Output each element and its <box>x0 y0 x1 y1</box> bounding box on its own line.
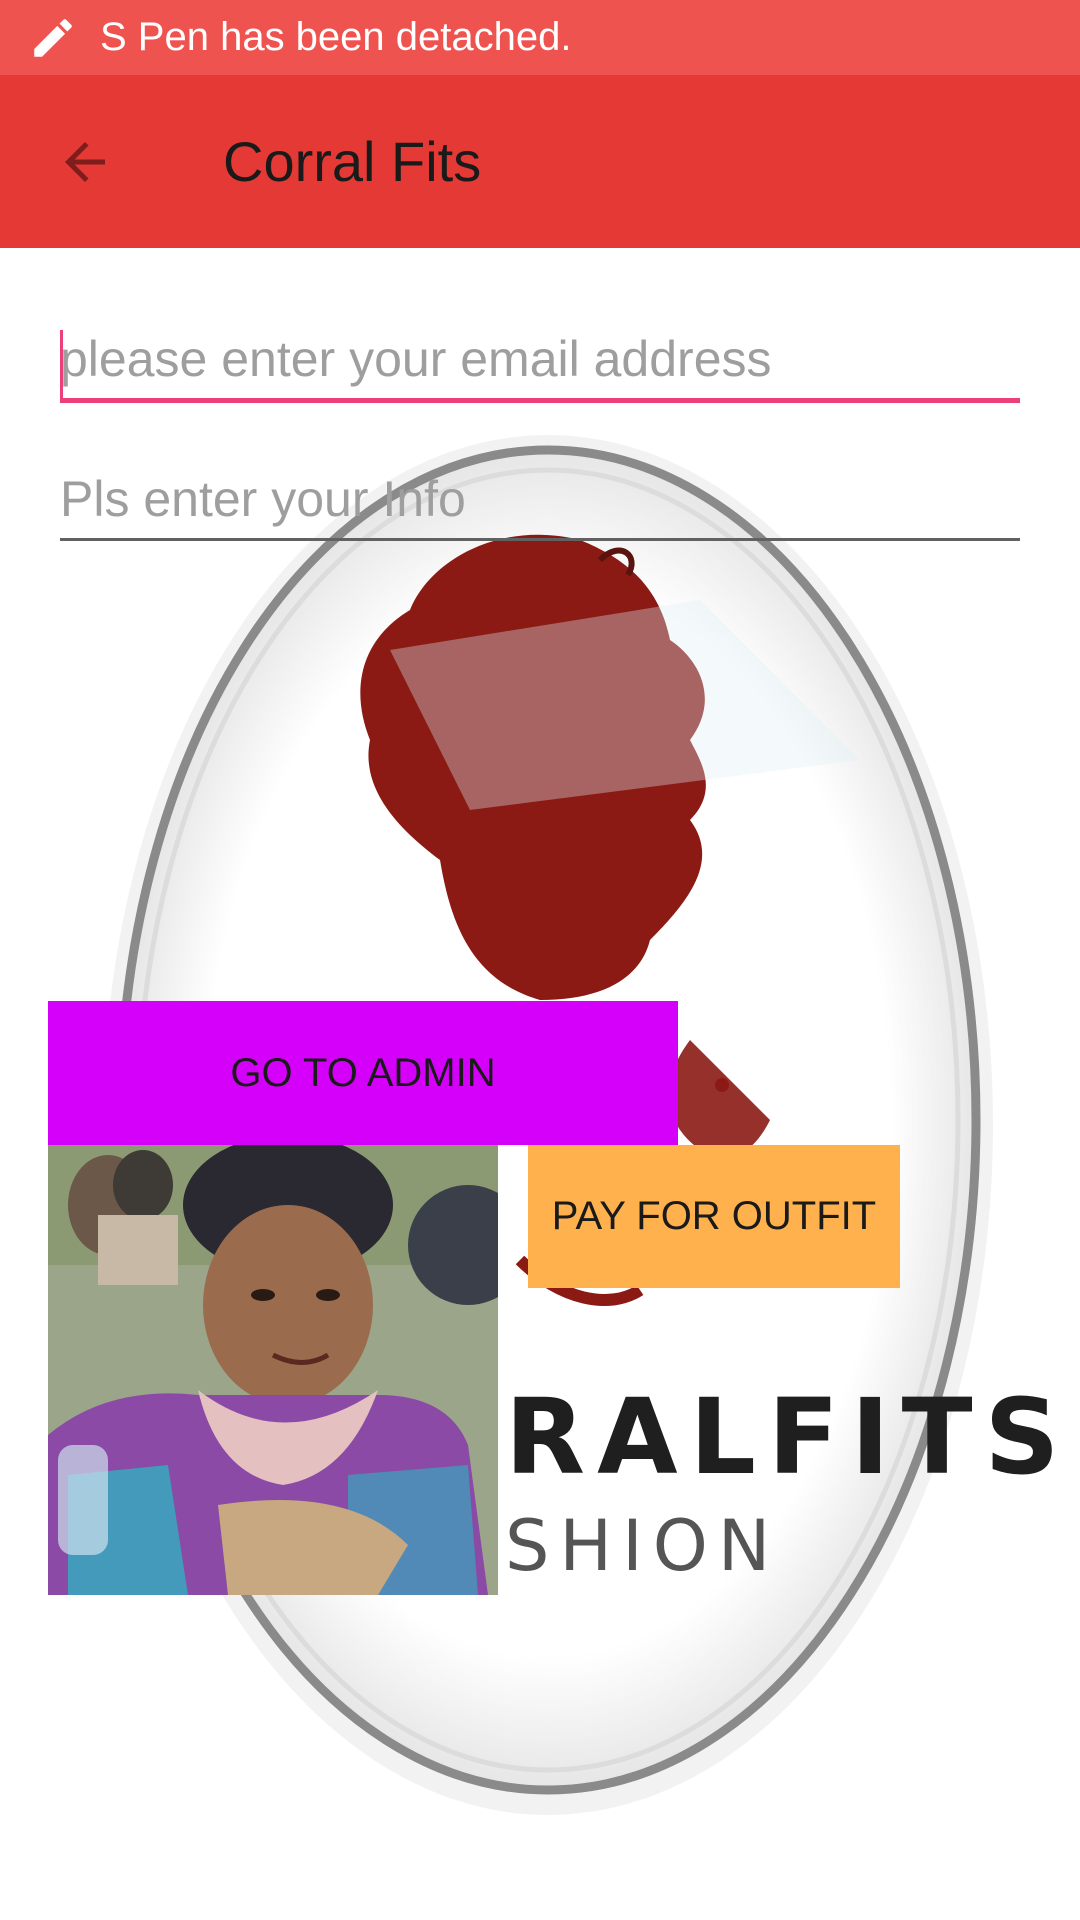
logo-text-1: RALFITS <box>505 1376 1071 1498</box>
info-input[interactable] <box>60 470 1020 538</box>
email-input[interactable] <box>60 330 1020 398</box>
status-bar: S Pen has been detached. <box>0 0 1080 75</box>
email-field <box>60 330 1020 403</box>
arrow-back-icon <box>65 141 105 182</box>
go-to-admin-button[interactable]: GO TO ADMIN <box>48 1001 678 1145</box>
info-field <box>60 470 1020 541</box>
app-bar: Corral Fits <box>0 75 1080 248</box>
pen-icon <box>34 18 72 57</box>
app-title: Corral Fits <box>223 130 482 193</box>
logo-text-2: SHION <box>505 1505 780 1587</box>
outfit-photo <box>48 1145 498 1595</box>
text-caret <box>60 330 63 398</box>
status-message: S Pen has been detached. <box>100 15 572 59</box>
back-button[interactable] <box>40 117 130 207</box>
pay-for-outfit-button[interactable]: PAY FOR OUTFIT <box>528 1145 900 1288</box>
